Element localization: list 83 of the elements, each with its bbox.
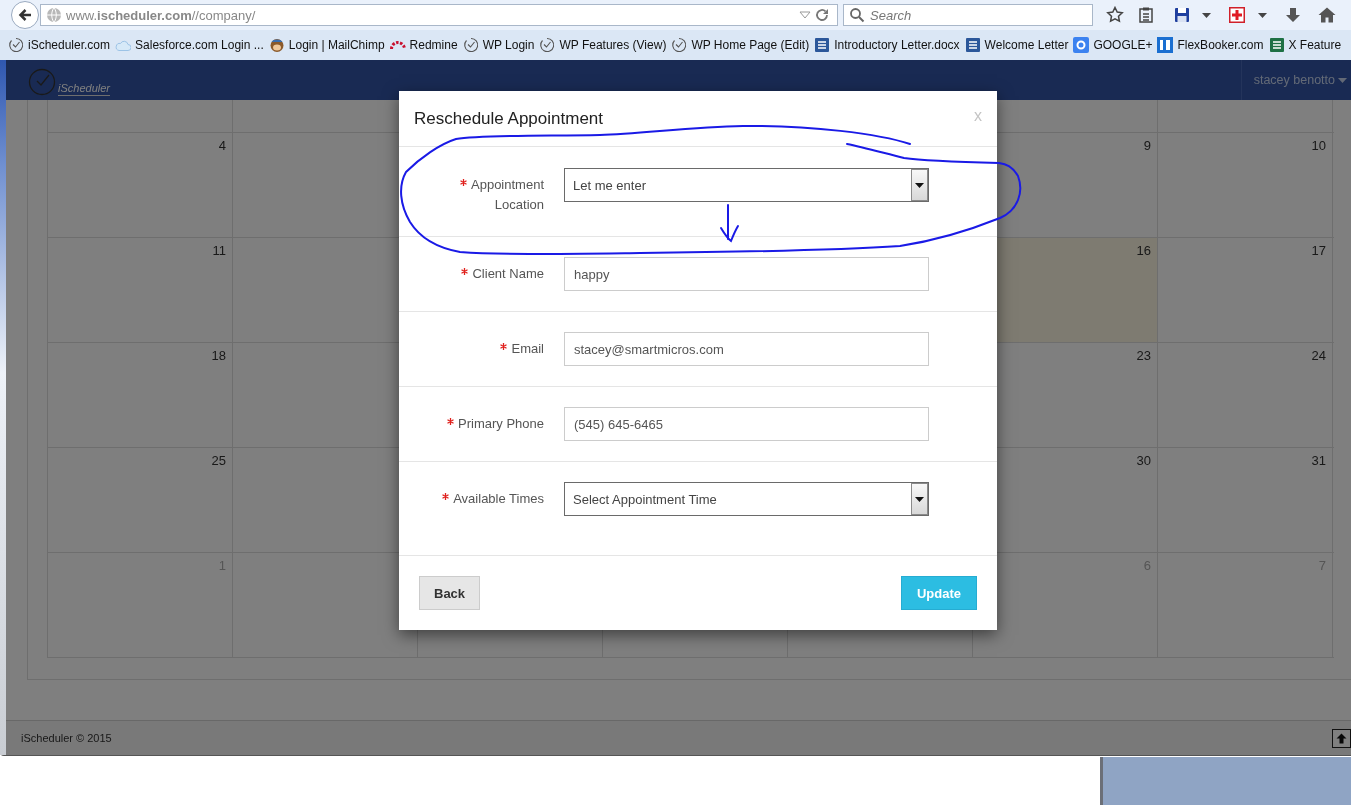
caret-icon	[915, 182, 924, 188]
document-icon	[814, 37, 831, 53]
day-number: 31	[1311, 453, 1326, 468]
dropdown-button[interactable]	[911, 169, 928, 201]
field-label: Appointment Location	[471, 177, 544, 212]
check-circle-icon	[671, 37, 688, 53]
up-arrow-icon	[1336, 732, 1347, 744]
globe-icon	[46, 7, 62, 23]
annotation-arrow	[720, 204, 739, 242]
bookmark-link[interactable]: FlexBooker.com	[1157, 37, 1264, 53]
check-circle-icon	[462, 37, 479, 53]
cloud-icon	[115, 39, 132, 51]
field-label: Primary Phone	[458, 416, 544, 431]
spreadsheet-icon	[1268, 37, 1285, 53]
ring-tile-icon	[1073, 37, 1090, 53]
select-field[interactable]: Let me enter	[564, 168, 929, 202]
medical-cross-icon[interactable]	[1229, 7, 1245, 23]
day-number: 17	[1311, 243, 1326, 258]
caret-icon[interactable]	[1258, 12, 1267, 18]
caret-icon	[1338, 77, 1347, 83]
calendar-day-cell[interactable]: 10	[1158, 133, 1333, 237]
day-number: 11	[212, 243, 226, 258]
clipboard-icon[interactable]	[1137, 6, 1155, 24]
copyright-text: iScheduler © 2015	[21, 732, 112, 744]
star-icon[interactable]	[1106, 6, 1124, 24]
calendar-day-cell[interactable]: 11	[48, 238, 233, 342]
back-button[interactable]	[11, 1, 39, 29]
calendar-day-cell[interactable]: 25	[48, 448, 233, 552]
calendar-day-cell[interactable]: 18	[48, 343, 233, 447]
arc-icon	[389, 40, 406, 50]
field-label: Email	[511, 341, 544, 356]
bookmark-link[interactable]: Welcome Letter	[964, 37, 1069, 53]
day-number: 25	[211, 453, 226, 468]
day-number: 23	[1136, 348, 1151, 363]
calendar-day-cell[interactable]: 4	[48, 133, 233, 237]
day-number: 9	[1143, 138, 1151, 153]
monkey-icon	[268, 37, 285, 53]
document-icon	[964, 37, 981, 53]
day-number: 4	[218, 138, 226, 153]
bars-tile-icon	[1157, 37, 1174, 53]
day-number: 10	[1311, 138, 1326, 153]
check-circle-icon	[539, 37, 556, 53]
url-text: www.ischeduler.com//company/	[66, 7, 257, 23]
left-arrow-icon	[17, 7, 33, 23]
field-label: Client Name	[472, 266, 544, 281]
back-button[interactable]: Back	[419, 576, 481, 610]
bookmark-link[interactable]: Login | MailChimp	[268, 37, 385, 53]
back-to-top-button[interactable]	[1332, 728, 1351, 748]
check-circle-icon	[28, 68, 56, 96]
field-label: Available Times	[453, 491, 544, 506]
input-field[interactable]: stacey@smartmicros.com	[564, 332, 929, 366]
bookmark-link[interactable]: GOOGLE+	[1073, 37, 1153, 53]
input-field[interactable]: (545) 645-6465	[564, 407, 929, 441]
calendar-day-cell[interactable]: 31	[1158, 448, 1333, 552]
bookmark-link[interactable]: X Feature	[1268, 37, 1342, 53]
calendar-day-cell[interactable]: 24	[1158, 343, 1333, 447]
bookmark-link[interactable]: WP Home Page (Edit)	[671, 37, 810, 53]
reload-icon[interactable]	[815, 8, 829, 22]
dropdown-triangle-icon[interactable]	[799, 11, 811, 19]
caret-icon[interactable]	[1202, 12, 1211, 18]
down-arrow-icon[interactable]	[1285, 7, 1301, 23]
logo-text: iScheduler	[58, 82, 110, 96]
input-field[interactable]: happy	[564, 257, 929, 291]
day-number: 30	[1136, 453, 1151, 468]
day-number: 16	[1136, 243, 1151, 258]
calendar-day-cell[interactable]: 17	[1158, 238, 1333, 342]
caret-icon	[915, 496, 924, 502]
bookmark-link[interactable]: Introductory Letter.docx	[814, 37, 960, 53]
bookmark-link[interactable]: Salesforce.com Login ...	[115, 38, 264, 52]
bookmark-link[interactable]: WP Login	[462, 37, 535, 53]
check-circle-icon	[8, 37, 24, 53]
day-number: 18	[211, 348, 226, 363]
bookmark-link[interactable]: WP Features (View)	[539, 37, 667, 53]
dropdown-button[interactable]	[911, 483, 928, 515]
select-field[interactable]: Select Appointment Time	[564, 482, 929, 516]
search-icon	[849, 7, 865, 23]
dialog-title: Reschedule Appointment	[414, 109, 604, 129]
home-icon[interactable]	[1318, 7, 1336, 23]
day-number: 24	[1311, 348, 1326, 363]
address-bar[interactable]: www.ischeduler.com//company/	[40, 4, 838, 26]
bookmark-link[interactable]: Redmine	[389, 38, 458, 52]
search-field[interactable]: Search	[843, 4, 1093, 26]
bookmark-link[interactable]: iScheduler.com	[8, 37, 111, 53]
